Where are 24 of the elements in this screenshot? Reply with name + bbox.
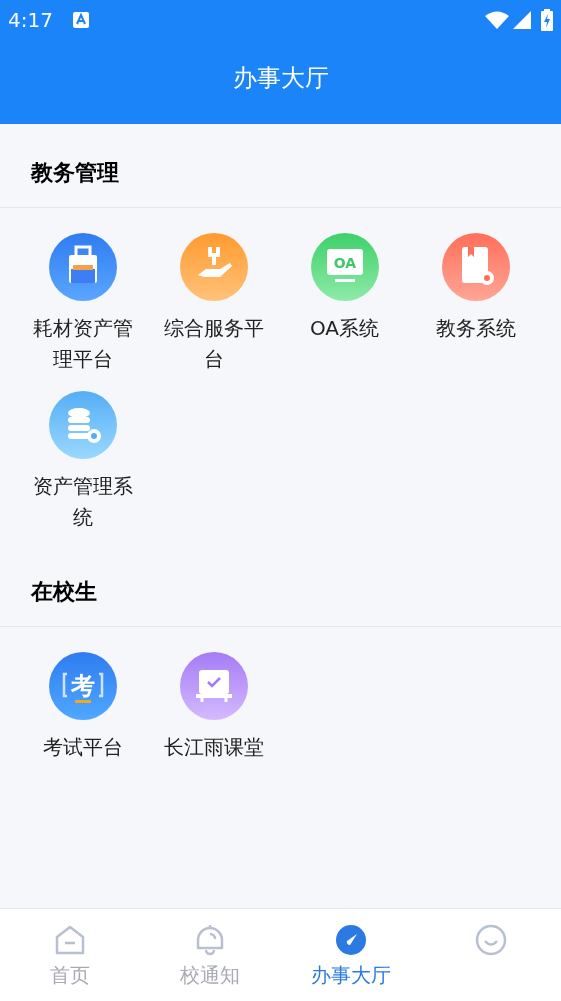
- shopping-bag-icon[interactable]: [48, 233, 117, 301]
- document-gear-icon[interactable]: [441, 233, 510, 301]
- home-icon: [54, 924, 87, 956]
- app-label[interactable]: 耗材资产管理平台: [26, 313, 139, 375]
- section-title: 教务管理: [31, 159, 119, 187]
- compass-icon: [334, 924, 367, 956]
- header-title: 办事大厅: [232, 63, 329, 94]
- app-label[interactable]: 长江雨课堂: [157, 732, 270, 763]
- app-label[interactable]: OA系统: [288, 313, 401, 344]
- status-time: 4:17: [8, 7, 53, 34]
- section-title: 在校生: [31, 578, 97, 606]
- app-label[interactable]: 资产管理系统: [26, 471, 139, 533]
- wifi-icon: [485, 11, 509, 29]
- smile-icon: [474, 924, 507, 956]
- hand-wrench-icon[interactable]: [179, 233, 248, 301]
- app-label[interactable]: 教务系统: [419, 313, 532, 344]
- battery-icon: [541, 9, 553, 31]
- signal-icon: [513, 11, 531, 29]
- easel-check-icon[interactable]: [179, 652, 248, 720]
- database-gear-icon[interactable]: [48, 391, 117, 459]
- app-label[interactable]: 综合服务平台: [157, 313, 270, 375]
- keyboard-icon: [72, 12, 89, 28]
- nav-tab[interactable]: 办事大厅: [280, 909, 421, 1001]
- app-label[interactable]: 考试平台: [26, 732, 139, 763]
